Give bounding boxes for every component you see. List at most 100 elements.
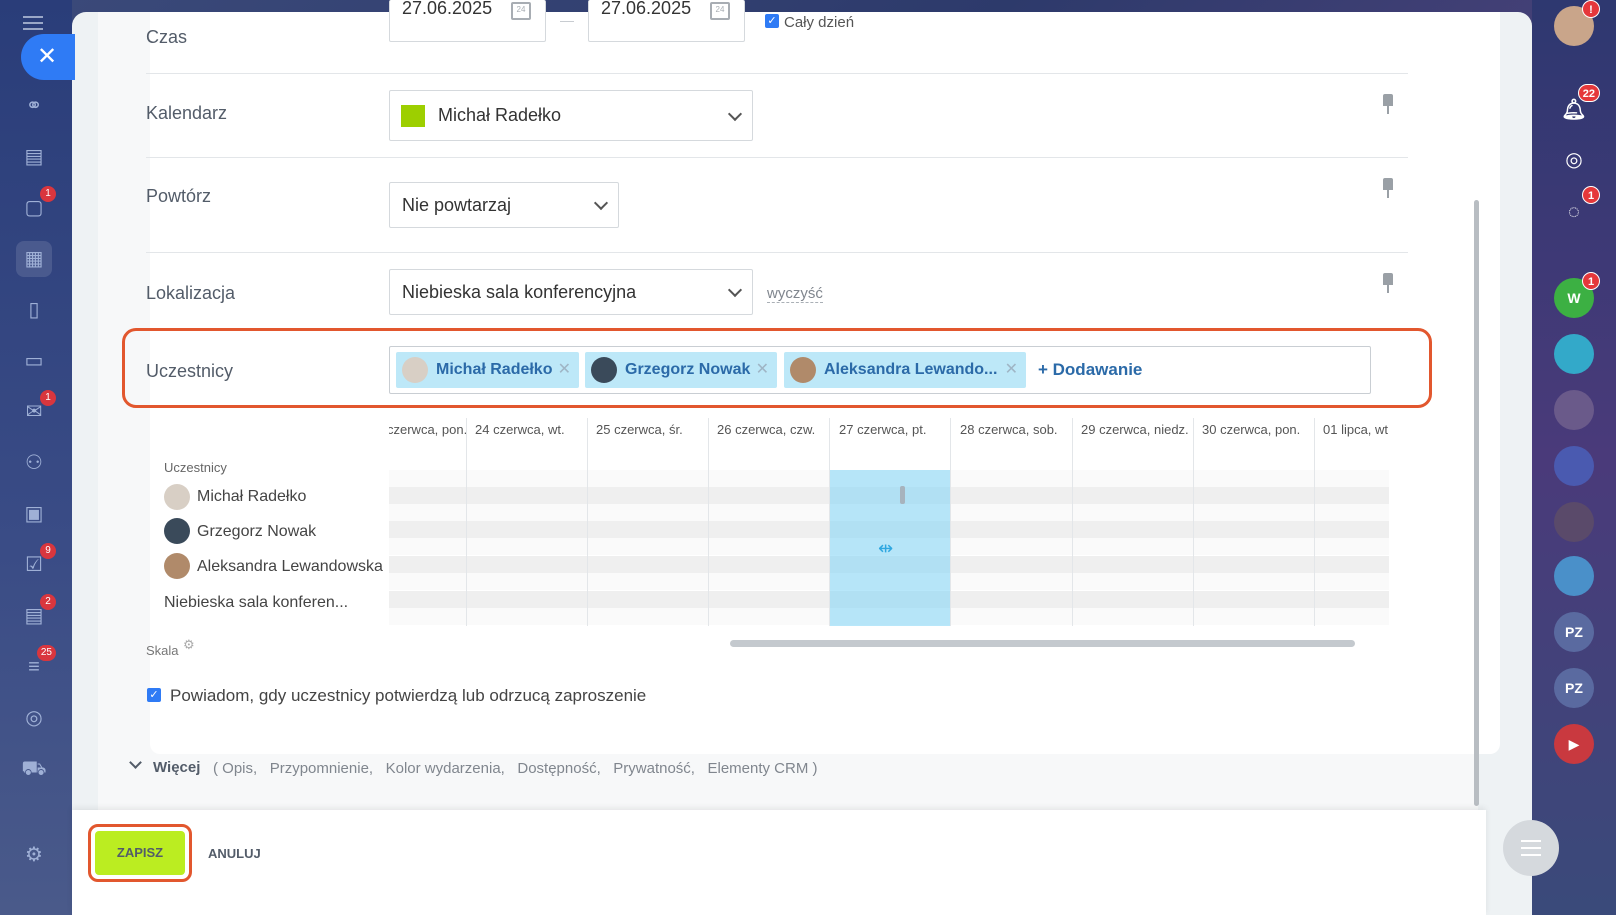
planner-row-label: Niebieska sala konferen... — [164, 594, 349, 611]
notify-checkbox[interactable]: ✓ — [147, 688, 161, 702]
calendar-picker-icon[interactable]: 24 — [511, 2, 531, 20]
chat-city-avatar[interactable] — [1554, 502, 1594, 542]
chat-icon[interactable]: ▢ 1 — [16, 186, 56, 226]
save-button[interactable]: ZAPISZ — [95, 831, 185, 875]
day-label: czerwca, pon. — [389, 422, 468, 437]
calendar-select[interactable]: Michał Radełko — [389, 90, 753, 141]
target-icon[interactable]: ◎ — [16, 700, 52, 736]
calendar-icon[interactable]: ▦ — [16, 241, 52, 277]
notifications-badge: 22 — [1577, 84, 1600, 102]
pin-icon[interactable] — [1383, 94, 1393, 114]
stream-badge: 25 — [36, 645, 56, 661]
more-toggle[interactable]: Więcej — [153, 759, 200, 776]
more-item[interactable]: ( Opis, — [213, 760, 257, 777]
pin-icon[interactable] — [1383, 178, 1393, 198]
avatar — [790, 357, 816, 383]
add-participant-link[interactable]: + Dodawanie — [1038, 347, 1142, 393]
participant-chip-name: Grzegorz Nowak — [625, 361, 751, 378]
contacts-icon[interactable]: ⚇ — [16, 445, 52, 481]
more-item[interactable]: Kolor wydarzenia, — [386, 760, 505, 777]
chat-spiral-avatar[interactable] — [1554, 446, 1594, 486]
mail-icon[interactable]: ✉ 1 — [16, 390, 56, 430]
video-call-icon[interactable]: ▶ — [1554, 724, 1594, 764]
participants-input[interactable]: Michał Radełko ✕ Grzegorz Nowak ✕ Aleksa… — [389, 346, 1371, 394]
day-label: 28 czerwca, sob. — [960, 422, 1058, 437]
divider — [146, 73, 1408, 74]
location-clear-link[interactable]: wyczyść — [767, 285, 823, 303]
filter-icon[interactable]: ≡ 25 — [16, 645, 56, 685]
day-label: 29 czerwca, niedz. — [1081, 422, 1189, 437]
user-alert-badge: ! — [1582, 0, 1600, 18]
location-value: Niebieska sala konferencyjna — [402, 282, 637, 302]
messenger-icon[interactable]: ◌ 1 — [1554, 186, 1600, 232]
chat-ti-avatar[interactable] — [1554, 390, 1594, 430]
chevron-down-icon — [593, 195, 609, 211]
repeat-value: Nie powtarzaj — [402, 195, 512, 215]
document-icon[interactable]: ▯ — [16, 292, 52, 328]
cancel-button[interactable]: ANULUJ — [208, 846, 261, 861]
date-separator: — — [560, 12, 574, 28]
chat-w-avatar[interactable]: W1 — [1554, 272, 1600, 318]
participant-chip-name: Michał Radełko — [436, 361, 553, 378]
planner-scrollbar[interactable] — [730, 640, 1355, 647]
location-select[interactable]: Niebieska sala konferencyjna — [389, 269, 753, 315]
settings-icon[interactable]: ⚙ — [16, 837, 52, 873]
day-label: 01 lipca, wt — [1323, 422, 1389, 437]
remove-icon[interactable]: ✕ — [756, 352, 769, 388]
day-label: 30 czerwca, pon. — [1202, 422, 1301, 437]
planner-participants-header: Uczestnicy — [164, 460, 227, 475]
all-day-label: Cały dzień — [784, 14, 855, 31]
sitemap-icon[interactable]: ⚭ — [16, 88, 52, 124]
chat-group-avatar[interactable] — [1554, 334, 1594, 374]
save-highlight: ZAPISZ — [88, 824, 192, 882]
repeat-select[interactable]: Nie powtarzaj — [389, 182, 619, 228]
more-items: ( Opis, Przypomnienie, Kolor wydarzenia,… — [213, 760, 818, 777]
tasks-icon[interactable]: ☑ 9 — [16, 543, 56, 583]
remove-icon[interactable]: ✕ — [1005, 352, 1018, 388]
drive-icon[interactable]: ▭ — [16, 343, 52, 379]
remove-icon[interactable]: ✕ — [558, 352, 571, 388]
crm-icon[interactable]: ▤ 2 — [16, 594, 56, 634]
planner-row-label: Michał Radełko — [197, 488, 307, 505]
avatar — [402, 357, 428, 383]
calendar-color-swatch — [401, 105, 425, 127]
feed-icon[interactable]: ▤ — [16, 139, 52, 175]
resize-handle[interactable] — [900, 486, 905, 504]
calendar-value: Michał Radełko — [438, 105, 562, 125]
planner-row-label: Aleksandra Lewandowska — [197, 558, 383, 575]
avatar — [164, 553, 190, 579]
chat-pz-avatar-1[interactable]: PZ — [1554, 612, 1594, 652]
close-slider-button[interactable]: ✕ — [21, 34, 75, 80]
drag-icon[interactable]: ⇹ — [878, 538, 893, 559]
chat-menu-button[interactable] — [1503, 820, 1559, 876]
cart-icon[interactable]: ⛟ — [16, 751, 52, 787]
footer-bar: ZAPISZ ANULUJ — [72, 810, 1486, 915]
more-item[interactable]: Przypomnienie, — [270, 760, 373, 777]
chat-pz-avatar-2[interactable]: PZ — [1554, 668, 1594, 708]
panel-scrollbar[interactable] — [1474, 200, 1479, 806]
bell-icon[interactable]: 🔔︎ 22 — [1554, 84, 1600, 130]
date-from-input[interactable]: 27.06.2025 24 — [389, 0, 546, 42]
participant-chip[interactable]: Michał Radełko ✕ — [396, 352, 579, 388]
calendar-picker-icon[interactable]: 24 — [710, 2, 730, 20]
date-to-input[interactable]: 27.06.2025 24 — [588, 0, 745, 42]
user-avatar[interactable]: ! — [1554, 0, 1600, 46]
participant-chip[interactable]: Grzegorz Nowak ✕ — [585, 352, 777, 388]
location-label: Lokalizacja — [146, 283, 236, 303]
participant-chip[interactable]: Aleksandra Lewando... ✕ — [784, 352, 1026, 388]
more-item[interactable]: Prywatność, — [613, 760, 695, 777]
pin-icon[interactable] — [1383, 273, 1393, 293]
avatar — [164, 484, 190, 510]
day-label: 26 czerwca, czw. — [717, 422, 816, 437]
messenger-badge: 1 — [1582, 186, 1600, 204]
more-item[interactable]: Dostępność, — [517, 760, 600, 777]
board-icon[interactable]: ▣ — [16, 496, 52, 532]
date-from-value: 27.06.2025 — [402, 0, 493, 18]
chat-users-avatar[interactable] — [1554, 556, 1594, 596]
all-day-checkbox[interactable]: ✓ — [765, 14, 779, 28]
scale-label: Skala — [146, 643, 179, 658]
radar-icon[interactable]: ◎ — [1554, 140, 1594, 180]
more-item[interactable]: Elementy CRM ) — [707, 760, 817, 777]
gear-icon[interactable]: ⚙ — [183, 637, 195, 653]
menu-icon[interactable] — [23, 16, 43, 30]
